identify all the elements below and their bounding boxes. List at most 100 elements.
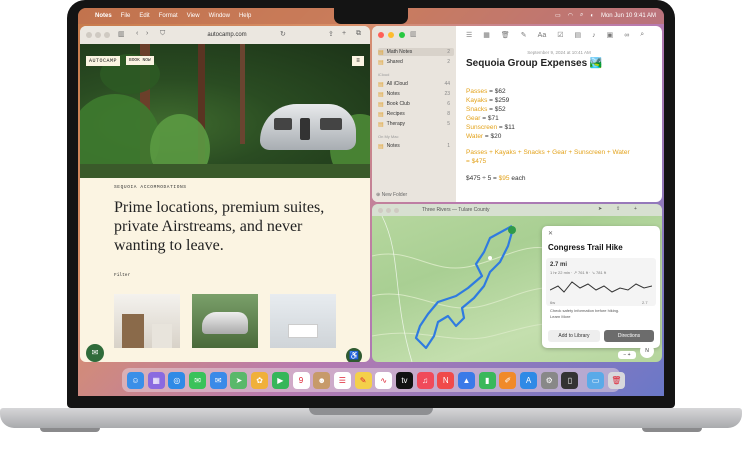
filter-button[interactable]: Filter	[114, 273, 130, 278]
battery-icon[interactable]: ▭	[555, 12, 561, 19]
book-now-button[interactable]: BOOK NOW	[126, 56, 154, 65]
note-line[interactable]: Water = $20	[466, 133, 501, 140]
app-store-icon[interactable]: A	[520, 371, 538, 389]
downloads-folder-icon[interactable]: ▭	[587, 371, 605, 389]
menu-format[interactable]: Format	[159, 13, 178, 19]
menu-window[interactable]: Window	[209, 13, 230, 19]
sidebar-item-math-notes[interactable]: ▤ Math Notes 2	[378, 48, 454, 56]
menu-icon[interactable]: ≡	[352, 56, 364, 66]
sidebar-item-mac-notes[interactable]: ▤ Notes 1	[378, 142, 454, 150]
reminders-icon[interactable]: ☰	[333, 371, 351, 389]
chat-icon[interactable]: ✉	[86, 344, 104, 362]
menu-edit[interactable]: Edit	[139, 13, 149, 19]
zoom-button[interactable]	[104, 32, 110, 38]
freeform-icon[interactable]: ∿	[375, 371, 393, 389]
search-icon[interactable]: ⌕	[640, 31, 644, 39]
media-icon[interactable]: ▣	[607, 31, 614, 39]
add-to-library-button[interactable]: Add to Library	[548, 330, 600, 342]
sidebar-item-book-club[interactable]: ▤ Book Club 6	[378, 100, 454, 108]
iphone-mirroring-icon[interactable]: ▯	[561, 371, 579, 389]
location-icon[interactable]: ➤	[598, 206, 602, 212]
trash-icon[interactable]: 🗑	[607, 371, 625, 389]
forward-icon[interactable]: ›	[146, 30, 148, 37]
menu-file[interactable]: File	[121, 13, 131, 19]
menu-view[interactable]: View	[187, 13, 200, 19]
facetime-icon[interactable]: ▶	[271, 371, 289, 389]
pages-icon[interactable]: ✐	[499, 371, 517, 389]
minimize-button[interactable]	[386, 207, 391, 213]
airstream-thumbnail[interactable]	[192, 294, 258, 348]
list-view-icon[interactable]: ☰	[466, 31, 472, 39]
maps-icon[interactable]: ➤	[230, 371, 248, 389]
note-line[interactable]: Sunscreen = $11	[466, 124, 515, 131]
sidebar-item-all-icloud[interactable]: ▤ All iCloud 44	[378, 80, 454, 88]
contacts-icon[interactable]: ☻	[313, 371, 331, 389]
sidebar-item-notes[interactable]: ▤ Notes 23	[378, 90, 454, 98]
close-button[interactable]	[86, 32, 92, 38]
site-logo[interactable]: AUTOCAMP	[86, 56, 121, 66]
sidebar-item-shared[interactable]: ▤ Shared 2	[378, 58, 454, 66]
compass[interactable]: N	[640, 344, 654, 358]
note-line[interactable]: Snacks = $52	[466, 106, 506, 113]
sidebar-icon[interactable]: ▥	[118, 30, 125, 38]
mail-icon[interactable]: ✉	[209, 371, 227, 389]
delete-icon[interactable]: 🗑	[501, 31, 510, 39]
minimize-button[interactable]	[388, 32, 395, 38]
directions-button[interactable]: Directions	[604, 330, 654, 342]
close-button[interactable]	[378, 207, 383, 213]
close-icon[interactable]: ✕	[548, 230, 553, 237]
news-icon[interactable]: N	[437, 371, 455, 389]
format-icon[interactable]: Aa	[538, 32, 547, 39]
menu-app-notes[interactable]: Notes	[95, 13, 112, 19]
note-line[interactable]: Passes = $62	[466, 88, 506, 95]
finder-icon[interactable]: ☺	[127, 371, 144, 389]
suite-thumbnail[interactable]	[114, 294, 180, 348]
collaborate-icon[interactable]: ∞	[624, 32, 629, 39]
music-icon[interactable]: ♫	[416, 371, 434, 389]
launchpad-icon[interactable]: ▦	[147, 371, 165, 389]
zoom-button[interactable]	[398, 32, 405, 38]
sidebar-item-recipes[interactable]: ▤ Recipes 8	[378, 110, 454, 118]
learn-more-link[interactable]: Learn More	[550, 314, 570, 319]
control-center-icon[interactable]: ◐	[590, 13, 594, 19]
messages-icon[interactable]: ✉	[189, 371, 207, 389]
back-icon[interactable]: ‹	[136, 30, 138, 37]
sidebar-toggle-icon[interactable]: ▥	[410, 30, 417, 38]
settings-icon[interactable]: ⚙	[540, 371, 558, 389]
bedroom-thumbnail[interactable]	[270, 294, 336, 348]
note-line[interactable]: Gear = $71	[466, 115, 499, 122]
photos-icon[interactable]: ✿	[251, 371, 269, 389]
wifi-icon[interactable]: ◠	[568, 12, 573, 19]
checklist-icon[interactable]: ☑	[557, 31, 563, 39]
shield-icon[interactable]: ⛉	[160, 30, 165, 38]
safari-icon[interactable]: ◎	[168, 371, 186, 389]
address-bar[interactable]: autocamp.com	[186, 30, 268, 40]
search-icon[interactable]: ⌕	[580, 12, 583, 19]
sidebar-item-therapy[interactable]: ▤ Therapy 5	[378, 120, 454, 128]
note-line[interactable]: Kayaks = $259	[466, 97, 509, 104]
menu-help[interactable]: Help	[239, 13, 251, 19]
new-tab-icon[interactable]: +	[342, 30, 346, 37]
tv-icon[interactable]: tv	[395, 371, 413, 389]
share-icon[interactable]: ⇪	[616, 206, 620, 212]
close-button[interactable]	[378, 32, 384, 38]
note-split-line[interactable]: $475 ÷ 5 = $95 each	[466, 175, 525, 182]
zoom-control[interactable]: − +	[618, 351, 636, 359]
reload-icon[interactable]: ↻	[280, 30, 286, 38]
compose-icon[interactable]: ✎	[521, 31, 527, 39]
clock[interactable]: Mon Jun 10 9:41 AM	[601, 13, 656, 19]
note-title[interactable]: Sequoia Group Expenses 🏞️	[466, 58, 602, 69]
notes-icon[interactable]: ✎	[354, 371, 372, 389]
note-sum-expression[interactable]: Passes + Kayaks + Snacks + Gear + Sunscr…	[466, 149, 630, 156]
calendar-icon[interactable]: 9	[292, 371, 310, 389]
table-icon[interactable]: ▤	[575, 31, 582, 39]
share-icon[interactable]: ⇪	[328, 30, 334, 38]
plus-icon[interactable]: +	[634, 206, 637, 212]
keynote-icon[interactable]: ▲	[458, 371, 475, 389]
numbers-icon[interactable]: ▮	[478, 371, 496, 389]
new-folder-button[interactable]: ⊕ New Folder	[376, 192, 407, 198]
tab-overview-icon[interactable]: ⧉	[356, 30, 361, 38]
gallery-view-icon[interactable]: ▦	[483, 31, 490, 39]
audio-icon[interactable]: ♪	[592, 32, 596, 39]
accessibility-icon[interactable]: ♿	[346, 348, 362, 362]
